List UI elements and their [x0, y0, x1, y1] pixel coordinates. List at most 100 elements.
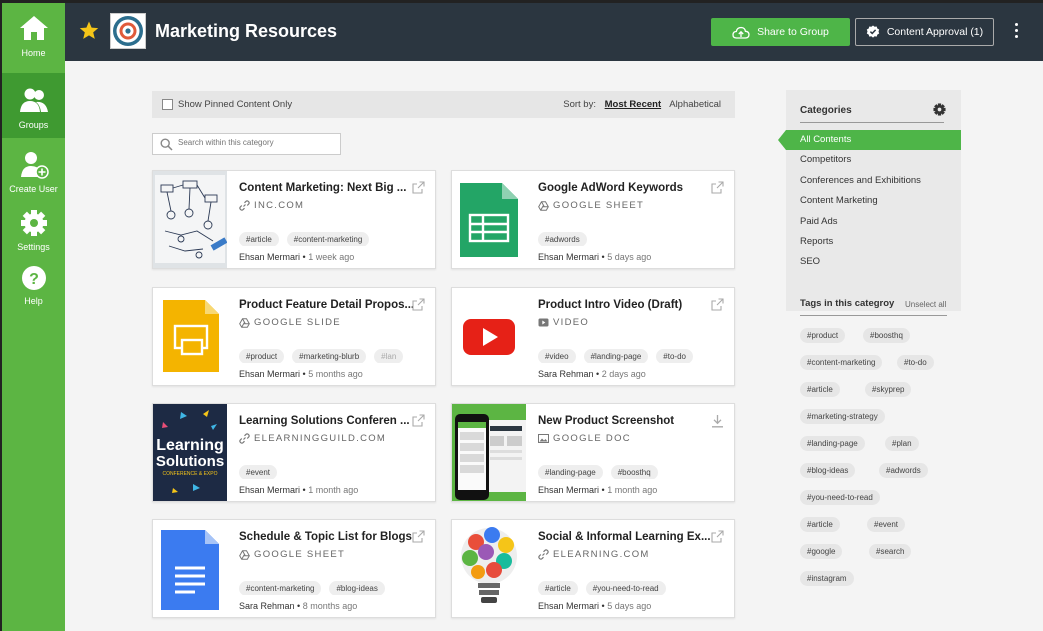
- filter-tag[interactable]: #plan: [885, 436, 919, 451]
- poster-title-2: Solutions: [156, 453, 224, 470]
- external-link-icon[interactable]: [711, 298, 724, 311]
- sort-alphabetical[interactable]: Alphabetical: [669, 99, 721, 110]
- category-content-marketing[interactable]: Content Marketing: [786, 191, 961, 211]
- category-reports[interactable]: Reports: [786, 232, 961, 252]
- card-thumbnail: [153, 288, 227, 385]
- posted-time: 2 days ago: [601, 369, 646, 379]
- external-link-icon[interactable]: [711, 181, 724, 194]
- download-icon[interactable]: [711, 414, 724, 428]
- external-link-icon[interactable]: [412, 530, 425, 543]
- filter-tag[interactable]: #skyprep: [865, 382, 912, 397]
- content-card[interactable]: Google AdWord Keywords GOOGLE SHEET #adw…: [451, 170, 735, 269]
- sidebar-item-home[interactable]: Home: [2, 15, 65, 65]
- tag-chip[interactable]: #content-marketing: [286, 232, 370, 246]
- tag-chip[interactable]: #to-do: [656, 349, 693, 363]
- content-card[interactable]: Schedule & Topic List for Blogs GOOGLE S…: [152, 519, 436, 618]
- tag-chip[interactable]: #landing-page: [538, 465, 603, 479]
- posted-time: 5 days ago: [607, 252, 652, 262]
- filter-tag[interactable]: #content-marketing: [800, 355, 883, 370]
- filter-tag[interactable]: #to-do: [897, 355, 934, 370]
- tag-chip[interactable]: #video: [538, 349, 576, 363]
- sidebar-item-create-user[interactable]: Create User: [2, 151, 65, 199]
- tag-chip[interactable]: #event: [239, 465, 278, 479]
- content-card[interactable]: Social & Informal Learning Ex... ELEARNI…: [451, 519, 735, 618]
- card-source-label: GOOGLE SHEET: [254, 549, 346, 560]
- tag-chip[interactable]: #content-marketing: [239, 581, 322, 595]
- unselect-all-link[interactable]: Unselect all: [905, 300, 946, 309]
- pinned-only-checkbox[interactable]: [162, 99, 173, 110]
- filter-bar: Show Pinned Content Only Sort by: Most R…: [152, 91, 735, 118]
- filter-tag[interactable]: #boosthq: [863, 328, 910, 343]
- card-title[interactable]: Content Marketing: Next Big ...: [239, 182, 406, 194]
- card-tags: #adwords: [538, 229, 728, 246]
- content-card[interactable]: Product Feature Detail Propos... GOOGLE …: [152, 287, 436, 386]
- filter-tag[interactable]: #landing-page: [800, 436, 865, 451]
- content-card[interactable]: Content Marketing: Next Big ... INC.COM …: [152, 170, 436, 269]
- filter-tag[interactable]: #instagram: [800, 571, 854, 586]
- category-all-contents[interactable]: All Contents: [778, 130, 961, 150]
- lightbulb-illustration: [452, 520, 526, 617]
- badge-check-icon: [866, 25, 880, 38]
- more-options-icon[interactable]: [1013, 23, 1019, 43]
- sidebar-item-groups[interactable]: Groups: [2, 73, 65, 138]
- external-link-icon[interactable]: [412, 414, 425, 427]
- tag-chip[interactable]: #landing-page: [583, 349, 649, 363]
- card-source: ELEARNING.COM: [538, 549, 650, 560]
- card-title[interactable]: New Product Screenshot: [538, 415, 674, 427]
- filter-tag[interactable]: #event: [867, 517, 906, 532]
- filter-tag[interactable]: #adwords: [879, 463, 928, 478]
- category-seo[interactable]: SEO: [786, 252, 961, 272]
- tag-chip[interactable]: #product: [239, 349, 285, 363]
- filter-tag[interactable]: #marketing-strategy: [800, 409, 885, 424]
- external-link-icon[interactable]: [412, 181, 425, 194]
- content-card[interactable]: Product Intro Video (Draft) VIDEO #video…: [451, 287, 735, 386]
- gear-icon[interactable]: [933, 103, 946, 116]
- card-title[interactable]: Social & Informal Learning Ex...: [538, 531, 711, 543]
- poster-title-1: Learning: [156, 437, 224, 454]
- whiteboard-photo: [153, 171, 227, 268]
- poster-subtitle: CONFERENCE & EXPO: [162, 471, 217, 477]
- image-icon: [538, 434, 549, 443]
- star-icon[interactable]: [79, 21, 99, 40]
- content-card[interactable]: New Product Screenshot GOOGLE DOC #landi…: [451, 403, 735, 502]
- sidebar-label-settings: Settings: [17, 242, 50, 252]
- content-card[interactable]: Learning Solutions CONFERENCE & EXPO Lea…: [152, 403, 436, 502]
- category-competitors[interactable]: Competitors: [786, 150, 961, 170]
- filter-tag[interactable]: #product: [800, 328, 846, 343]
- card-title[interactable]: Product Intro Video (Draft): [538, 299, 682, 311]
- sidebar-item-help[interactable]: ? Help: [2, 265, 65, 309]
- category-paid-ads[interactable]: Paid Ads: [786, 212, 961, 232]
- search-input[interactable]: [178, 138, 333, 147]
- share-button-label: Share to Group: [757, 26, 829, 38]
- tag-chip[interactable]: #lan: [374, 349, 404, 363]
- tag-chip[interactable]: #blog-ideas: [329, 581, 385, 595]
- tag-chip[interactable]: #you-need-to-read: [585, 581, 666, 595]
- filter-tag[interactable]: #you-need-to-read: [800, 490, 880, 505]
- card-title[interactable]: Learning Solutions Conferen ...: [239, 415, 410, 427]
- share-to-group-button[interactable]: Share to Group: [711, 18, 850, 46]
- tag-chip[interactable]: #article: [239, 232, 279, 246]
- filter-tag[interactable]: #blog-ideas: [800, 463, 856, 478]
- card-tags: #product #marketing-blurb #lan: [239, 346, 429, 363]
- tag-chip[interactable]: #marketing-blurb: [292, 349, 367, 363]
- card-tags: #landing-page #boosthq: [538, 462, 728, 479]
- top-header: Marketing Resources Share to Group Conte…: [65, 0, 1043, 61]
- filter-tag[interactable]: #article: [800, 382, 840, 397]
- external-link-icon[interactable]: [711, 530, 724, 543]
- author-name: Ehsan Mermari: [239, 252, 301, 262]
- filter-tag[interactable]: #google: [800, 544, 843, 559]
- sidebar-item-settings[interactable]: Settings: [2, 209, 65, 255]
- tag-chip[interactable]: #article: [538, 581, 578, 595]
- filter-tag[interactable]: #search: [869, 544, 912, 559]
- external-link-icon[interactable]: [412, 298, 425, 311]
- tag-chip[interactable]: #boosthq: [610, 465, 658, 479]
- sort-most-recent[interactable]: Most Recent: [605, 99, 661, 110]
- card-title[interactable]: Product Feature Detail Propos...: [239, 299, 414, 311]
- card-title[interactable]: Google AdWord Keywords: [538, 182, 683, 194]
- filter-tag[interactable]: #article: [800, 517, 840, 532]
- drive-icon: [239, 317, 250, 328]
- tag-chip[interactable]: #adwords: [538, 232, 587, 246]
- content-approval-button[interactable]: Content Approval (1): [855, 18, 994, 46]
- card-title[interactable]: Schedule & Topic List for Blogs: [239, 531, 412, 543]
- category-conferences[interactable]: Conferences and Exhibitions: [786, 171, 961, 191]
